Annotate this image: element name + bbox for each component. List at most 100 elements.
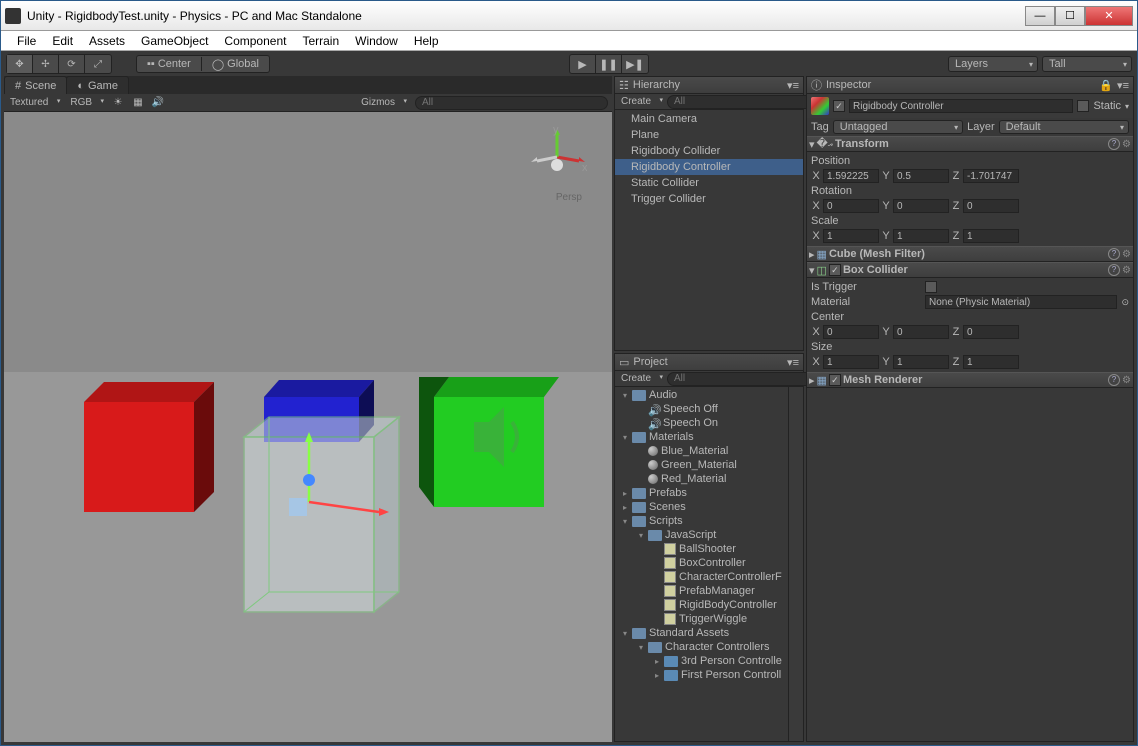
menu-component[interactable]: Component: [216, 32, 294, 50]
help-icon[interactable]: ?: [1108, 374, 1120, 386]
project-item[interactable]: 🔊Speech Off: [615, 402, 788, 416]
foldout-arrow[interactable]: ▾: [621, 391, 629, 400]
layer-dropdown[interactable]: Default: [999, 120, 1129, 134]
object-picker-icon[interactable]: ⊙: [1121, 297, 1129, 308]
foldout-arrow[interactable]: ▸: [621, 489, 629, 498]
gear-icon[interactable]: ⚙: [1122, 139, 1131, 150]
project-item[interactable]: ▾Materials: [615, 430, 788, 444]
meshfilter-header[interactable]: ▸ ▦ Cube (Mesh Filter) ? ⚙: [807, 246, 1133, 262]
center-z-input[interactable]: [963, 325, 1019, 339]
project-tree[interactable]: ▾Audio🔊Speech Off🔊Speech On▾MaterialsBlu…: [615, 387, 788, 741]
static-dropdown-arrow[interactable]: ▾: [1125, 102, 1129, 111]
scene-audio-toggle[interactable]: 🔊: [152, 97, 164, 109]
scale-x-input[interactable]: [823, 229, 879, 243]
hierarchy-create-dropdown[interactable]: Create: [619, 96, 663, 107]
project-item[interactable]: ▾Standard Assets: [615, 626, 788, 640]
foldout-icon[interactable]: ▾: [809, 138, 815, 151]
foldout-arrow[interactable]: ▸: [653, 671, 661, 680]
menu-file[interactable]: File: [9, 32, 44, 50]
rotation-x-input[interactable]: [823, 199, 879, 213]
hierarchy-list[interactable]: Main Camera Plane Rigidbody Collider Rig…: [615, 110, 803, 350]
menu-window[interactable]: Window: [347, 32, 406, 50]
physic-material-field[interactable]: [925, 295, 1117, 309]
center-x-input[interactable]: [823, 325, 879, 339]
project-item[interactable]: ▾Scripts: [615, 514, 788, 528]
menu-gameobject[interactable]: GameObject: [133, 32, 216, 50]
foldout-icon[interactable]: ▸: [809, 248, 815, 261]
project-item[interactable]: 🔊Speech On: [615, 416, 788, 430]
hierarchy-search-input[interactable]: [667, 95, 813, 109]
scene-lighting-toggle[interactable]: ☀: [112, 97, 124, 109]
foldout-icon[interactable]: ▾: [809, 264, 815, 277]
static-checkbox[interactable]: [1077, 100, 1089, 112]
hierarchy-item[interactable]: Rigidbody Collider: [615, 143, 803, 159]
step-button[interactable]: ▶❚: [622, 55, 648, 73]
project-item[interactable]: ▾Character Controllers: [615, 640, 788, 654]
green-cube[interactable]: [404, 367, 574, 517]
project-item[interactable]: ▾JavaScript: [615, 528, 788, 542]
scene-fx-toggle[interactable]: ▦: [132, 97, 144, 109]
tag-dropdown[interactable]: Untagged: [833, 120, 963, 134]
gear-icon[interactable]: ⚙: [1122, 375, 1131, 386]
scene-viewport[interactable]: x y Persp: [4, 112, 612, 742]
titlebar[interactable]: Unity - RigidbodyTest.unity - Physics - …: [1, 1, 1137, 31]
size-x-input[interactable]: [823, 355, 879, 369]
project-item[interactable]: TriggerWiggle: [615, 612, 788, 626]
position-z-input[interactable]: [963, 169, 1019, 183]
maximize-button[interactable]: ☐: [1055, 6, 1085, 26]
gear-icon[interactable]: ⚙: [1122, 265, 1131, 276]
foldout-arrow[interactable]: ▾: [637, 643, 645, 652]
gear-icon[interactable]: ⚙: [1122, 249, 1131, 260]
local-global-toggle[interactable]: ◯Global: [208, 58, 263, 71]
foldout-arrow[interactable]: ▾: [637, 531, 645, 540]
project-item[interactable]: BallShooter: [615, 542, 788, 556]
gizmos-dropdown[interactable]: Gizmos: [359, 97, 407, 108]
project-item[interactable]: PrefabManager: [615, 584, 788, 598]
help-icon[interactable]: ?: [1108, 138, 1120, 150]
help-icon[interactable]: ?: [1108, 248, 1120, 260]
meshrenderer-header[interactable]: ▸ ▦ Mesh Renderer ? ⚙: [807, 372, 1133, 388]
menu-assets[interactable]: Assets: [81, 32, 133, 50]
panel-menu-icon[interactable]: ▾≡: [787, 356, 799, 369]
project-item[interactable]: ▸Prefabs: [615, 486, 788, 500]
gameobject-active-checkbox[interactable]: [833, 100, 845, 112]
foldout-arrow[interactable]: ▸: [621, 503, 629, 512]
transform-header[interactable]: ▾ �އ Transform ? ⚙: [807, 136, 1133, 152]
foldout-arrow[interactable]: ▾: [621, 517, 629, 526]
hierarchy-item[interactable]: Plane: [615, 127, 803, 143]
istrigger-checkbox[interactable]: [925, 281, 937, 293]
lock-icon[interactable]: 🔒: [1099, 79, 1113, 92]
scale-y-input[interactable]: [893, 229, 949, 243]
rendermode-dropdown[interactable]: RGB: [68, 97, 104, 108]
layout-dropdown[interactable]: Tall: [1042, 56, 1132, 72]
scene-search-input[interactable]: [415, 96, 608, 110]
menu-help[interactable]: Help: [406, 32, 447, 50]
layers-dropdown[interactable]: Layers: [948, 56, 1038, 72]
boxcollider-header[interactable]: ▾ ◫ Box Collider ? ⚙: [807, 262, 1133, 278]
project-item[interactable]: Blue_Material: [615, 444, 788, 458]
hierarchy-item[interactable]: Trigger Collider: [615, 191, 803, 207]
foldout-arrow[interactable]: ▸: [653, 657, 661, 666]
project-item[interactable]: Red_Material: [615, 472, 788, 486]
hierarchy-item[interactable]: Main Camera: [615, 111, 803, 127]
tab-scene[interactable]: #Scene: [4, 76, 67, 94]
project-item[interactable]: ▸First Person Controll: [615, 668, 788, 682]
foldout-arrow[interactable]: ▾: [621, 629, 629, 638]
project-scrollbar[interactable]: [788, 387, 803, 741]
play-button[interactable]: ▶: [570, 55, 596, 73]
rotation-y-input[interactable]: [893, 199, 949, 213]
project-item[interactable]: ▸Scenes: [615, 500, 788, 514]
orientation-gizmo[interactable]: x y: [527, 127, 587, 187]
hand-tool-button[interactable]: ✥: [7, 55, 33, 73]
scale-z-input[interactable]: [963, 229, 1019, 243]
project-item[interactable]: CharacterControllerF: [615, 570, 788, 584]
size-y-input[interactable]: [893, 355, 949, 369]
project-search-input[interactable]: [667, 372, 813, 386]
panel-menu-icon[interactable]: ▾≡: [787, 79, 799, 92]
tab-game[interactable]: ◐Game: [66, 76, 129, 94]
project-item[interactable]: BoxController: [615, 556, 788, 570]
boxcollider-enabled-checkbox[interactable]: [829, 264, 841, 276]
project-item[interactable]: ▸3rd Person Controlle: [615, 654, 788, 668]
rotate-tool-button[interactable]: ⟳: [59, 55, 85, 73]
center-y-input[interactable]: [893, 325, 949, 339]
